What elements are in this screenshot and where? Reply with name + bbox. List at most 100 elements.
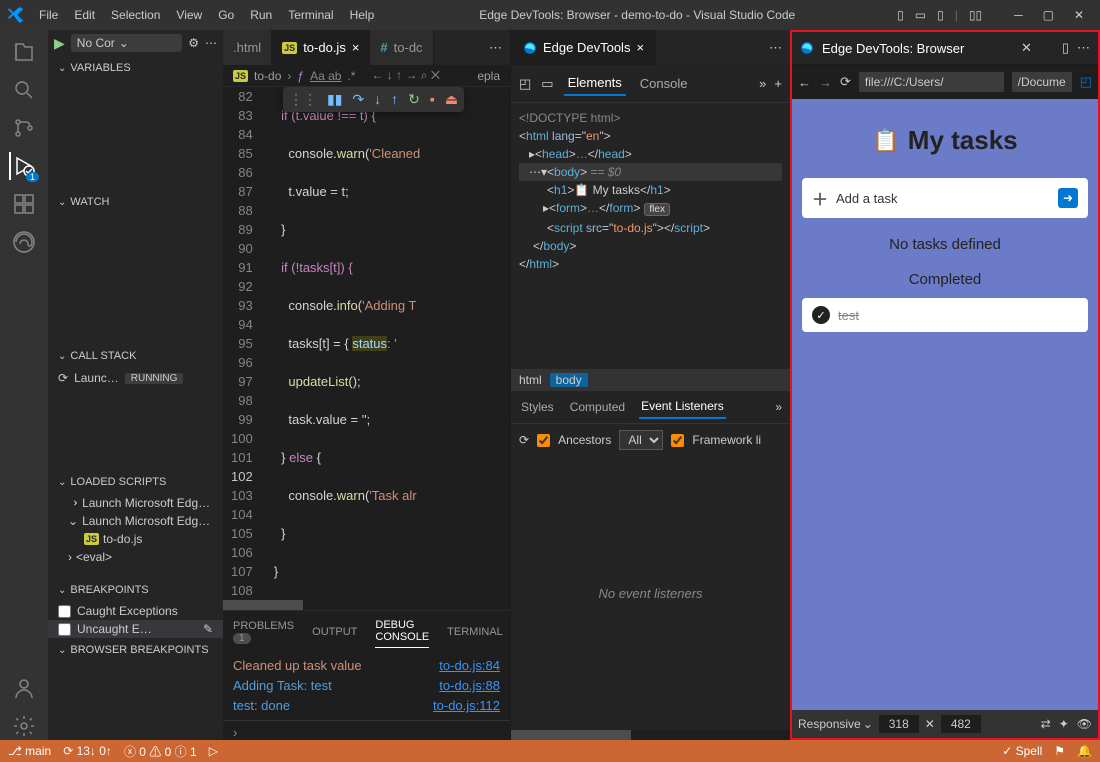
drag-handle-icon[interactable]: ⋮⋮ (289, 91, 317, 108)
scrollbar-thumb[interactable] (223, 600, 303, 610)
more-icon[interactable]: ⋯ (1077, 40, 1090, 56)
step-into-icon[interactable]: ↓ (374, 91, 381, 108)
tab-html[interactable]: .html (223, 30, 272, 65)
subtab-computed[interactable]: Computed (568, 396, 627, 418)
callstack-item[interactable]: ⟳ Launc… RUNNING (48, 368, 223, 388)
debug-floating-toolbar[interactable]: ⋮⋮ ▮▮ ↷ ↓ ↑ ↻ ▪ ⏏ (283, 87, 464, 112)
width-input[interactable] (879, 715, 919, 733)
more-actions-icon[interactable]: ⋯ (205, 36, 217, 50)
menu-run[interactable]: Run (243, 4, 279, 26)
minimize-button[interactable]: ─ (1006, 4, 1031, 26)
tab-edge-devtools[interactable]: Edge DevTools × (511, 30, 656, 65)
breadcrumb[interactable]: JS to-do › ƒ Aa ab .* ← ↓ ↑ → ⌕ ✕ epla (223, 65, 510, 87)
browser-viewport[interactable]: 📋 My tasks ＋ Add a task ➜ No tasks defin… (792, 99, 1098, 710)
extensions-icon[interactable] (10, 190, 38, 218)
tab-debug-console[interactable]: DEBUG CONSOLE (375, 615, 429, 648)
callstack-header[interactable]: ⌄CALL STACK (48, 344, 223, 368)
tab-output[interactable]: OUTPUT (312, 622, 357, 642)
ancestors-checkbox[interactable] (537, 434, 550, 447)
subtab-styles[interactable]: Styles (519, 396, 556, 418)
tab-elements[interactable]: Elements (564, 71, 626, 96)
url-bar[interactable]: file:///C:/Users/ (859, 72, 1004, 92)
completed-task-item[interactable]: ✓ test (802, 298, 1088, 332)
rotate-icon[interactable]: ⇄ (1041, 717, 1051, 731)
code-editor[interactable]: ⋮⋮ ▮▮ ↷ ↓ ↑ ↻ ▪ ⏏ 8283848586878889909192… (223, 87, 510, 600)
forward-icon[interactable]: → (819, 75, 832, 90)
open-devtools-icon[interactable]: ◰ (1080, 74, 1092, 90)
source-control-icon[interactable] (10, 114, 38, 142)
script-folder[interactable]: ⌄Launch Microsoft Edg… (48, 512, 223, 530)
listener-scope-select[interactable]: All (619, 430, 663, 450)
more-tabs-icon[interactable]: » (759, 76, 766, 91)
tab-problems[interactable]: PROBLEMS 1 (233, 616, 294, 648)
menu-file[interactable]: File (32, 4, 65, 26)
breadcrumb-symbol[interactable]: epla (477, 69, 500, 83)
customize-layout-icon[interactable]: ▯▯ (965, 4, 986, 26)
menu-view[interactable]: View (169, 4, 209, 26)
tab-todo-css[interactable]: #to-dc (370, 30, 433, 65)
eye-icon[interactable]: 👁 (1077, 717, 1092, 731)
script-folder[interactable]: ⌄Launch Microsoft Edg… (48, 494, 223, 512)
browser-breakpoints-header[interactable]: ⌄BROWSER BREAKPOINTS (48, 638, 223, 662)
search-icon[interactable] (10, 76, 38, 104)
more-subtabs-icon[interactable]: » (775, 400, 782, 414)
start-debug-icon[interactable]: ▶ (54, 35, 65, 52)
device-toolbar-icon[interactable]: ▭ (541, 76, 553, 92)
script-file[interactable]: JSto-do.js (48, 530, 223, 548)
editor-scrollbar-h[interactable] (223, 600, 510, 610)
dom-tree[interactable]: <!DOCTYPE html> <html lang="en"> ▸<head>… (511, 103, 790, 369)
menu-terminal[interactable]: Terminal (281, 4, 340, 26)
close-tab-icon[interactable]: ✕ (1021, 40, 1032, 56)
debug-config-dropdown[interactable]: No Cor⌄ (71, 34, 182, 52)
reload-icon[interactable]: ⟳ (840, 74, 851, 90)
pause-icon[interactable]: ▮▮ (327, 91, 342, 108)
breakpoints-header[interactable]: ⌄BREAKPOINTS (48, 578, 223, 602)
tab-terminal[interactable]: TERMINAL (447, 622, 503, 642)
notifications-icon[interactable]: 🔔 (1077, 744, 1092, 758)
menu-selection[interactable]: Selection (104, 4, 167, 26)
toggle-primary-sidebar-icon[interactable]: ▯ (893, 4, 908, 26)
toggle-secondary-sidebar-icon[interactable]: ▯ (933, 4, 948, 26)
flex-badge[interactable]: flex (644, 203, 670, 216)
toggle-panel-icon[interactable]: ▭ (911, 4, 930, 26)
close-tab-icon[interactable]: × (352, 40, 360, 55)
debug-target-icon[interactable]: ▷ (209, 744, 218, 758)
restart-icon[interactable]: ↻ (408, 91, 420, 108)
crumb-html[interactable]: html (519, 373, 542, 387)
edge-tools-icon[interactable] (10, 228, 38, 256)
debug-console-output[interactable]: Cleaned up task valueto-do.js:84 Adding … (223, 652, 510, 720)
watch-header[interactable]: ⌄WATCH (48, 190, 223, 214)
scrollbar-thumb[interactable] (511, 730, 631, 740)
submit-arrow-icon[interactable]: ➜ (1058, 188, 1078, 208)
tab-todo-js[interactable]: JSto-do.js× (272, 30, 370, 65)
source-link[interactable]: to-do.js:84 (439, 656, 500, 676)
height-input[interactable] (941, 715, 981, 733)
more-icon[interactable]: ⋯ (489, 40, 502, 56)
add-task-input[interactable]: ＋ Add a task ➜ (802, 178, 1088, 218)
run-debug-icon[interactable]: 1 (9, 152, 37, 180)
menu-help[interactable]: Help (343, 4, 382, 26)
uncaught-exceptions-checkbox[interactable]: Uncaught E…✎ (48, 620, 223, 638)
menu-edit[interactable]: Edit (67, 4, 102, 26)
explorer-icon[interactable] (10, 38, 38, 66)
tab-console[interactable]: Console (636, 72, 692, 95)
edit-pencil-icon[interactable]: ✎ (203, 622, 213, 636)
code-content[interactable]: if (t.value !== t) { console.warn('Clean… (267, 87, 430, 600)
url-segment[interactable]: /Docume (1012, 72, 1072, 92)
split-editor-icon[interactable]: ▯ (1062, 40, 1069, 56)
accounts-icon[interactable] (10, 674, 38, 702)
feedback-icon[interactable]: ⚑ (1054, 744, 1065, 758)
settings-gear-icon[interactable] (10, 712, 38, 740)
loaded-scripts-header[interactable]: ⌄LOADED SCRIPTS (48, 470, 223, 494)
console-input-prompt[interactable]: › (223, 720, 510, 744)
checkmark-icon[interactable]: ✓ (812, 306, 830, 324)
add-tab-icon[interactable]: + (774, 76, 782, 91)
step-over-icon[interactable]: ↷ (352, 91, 364, 108)
variables-header[interactable]: ⌄VARIABLES (48, 56, 223, 80)
close-window-button[interactable]: ✕ (1066, 4, 1092, 26)
spell-status[interactable]: ✓ Spell (1002, 744, 1042, 758)
devtools-scrollbar-h[interactable] (511, 730, 790, 740)
sync-status[interactable]: ⟳ 13↓ 0↑ (63, 744, 112, 758)
stop-icon[interactable]: ▪ (430, 91, 435, 108)
inspect-icon[interactable]: ◰ (519, 76, 531, 92)
